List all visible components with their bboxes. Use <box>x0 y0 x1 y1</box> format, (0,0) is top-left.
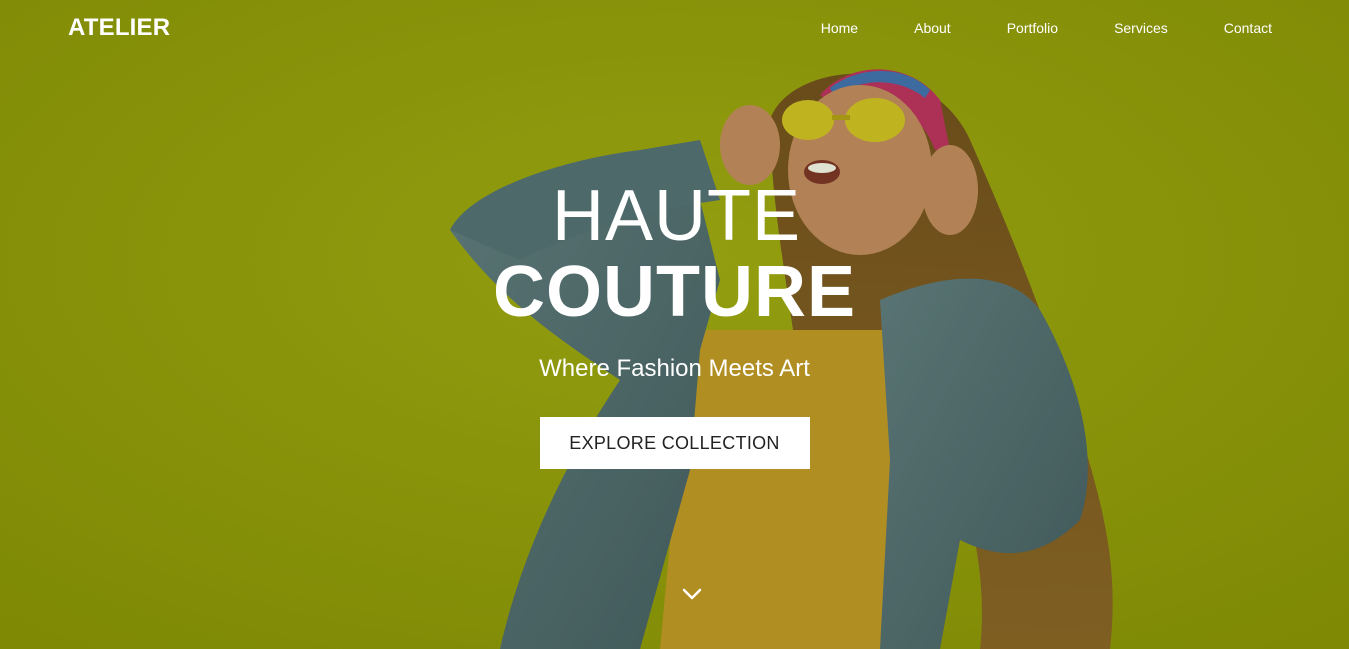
hero-title: HAUTE COUTURE <box>0 178 1349 330</box>
nav-item-home: Home <box>821 20 858 36</box>
hero-content: HAUTE COUTURE Where Fashion Meets Art EX… <box>0 178 1349 469</box>
nav-item-portfolio: Portfolio <box>1007 20 1058 36</box>
hero-title-line2: COUTURE <box>493 252 856 332</box>
nav-link-contact[interactable]: Contact <box>1224 20 1272 36</box>
nav-links: Home About Portfolio Services Contact <box>821 20 1272 36</box>
hero-section: ATELIER Home About Portfolio Services Co… <box>0 0 1349 649</box>
nav-item-contact: Contact <box>1224 20 1272 36</box>
nav-item-services: Services <box>1114 20 1168 36</box>
explore-collection-button[interactable]: EXPLORE COLLECTION <box>539 417 810 469</box>
chevron-down-icon[interactable] <box>681 586 703 602</box>
hero-subtitle: Where Fashion Meets Art <box>539 355 810 382</box>
nav-link-portfolio[interactable]: Portfolio <box>1007 20 1058 36</box>
nav-link-about[interactable]: About <box>914 20 951 36</box>
nav-link-services[interactable]: Services <box>1114 20 1168 36</box>
brand-logo[interactable]: ATELIER <box>68 14 170 42</box>
navbar: ATELIER Home About Portfolio Services Co… <box>0 0 1349 56</box>
hero-title-line1: HAUTE <box>551 176 802 256</box>
nav-item-about: About <box>914 20 951 36</box>
nav-link-home[interactable]: Home <box>821 20 858 36</box>
